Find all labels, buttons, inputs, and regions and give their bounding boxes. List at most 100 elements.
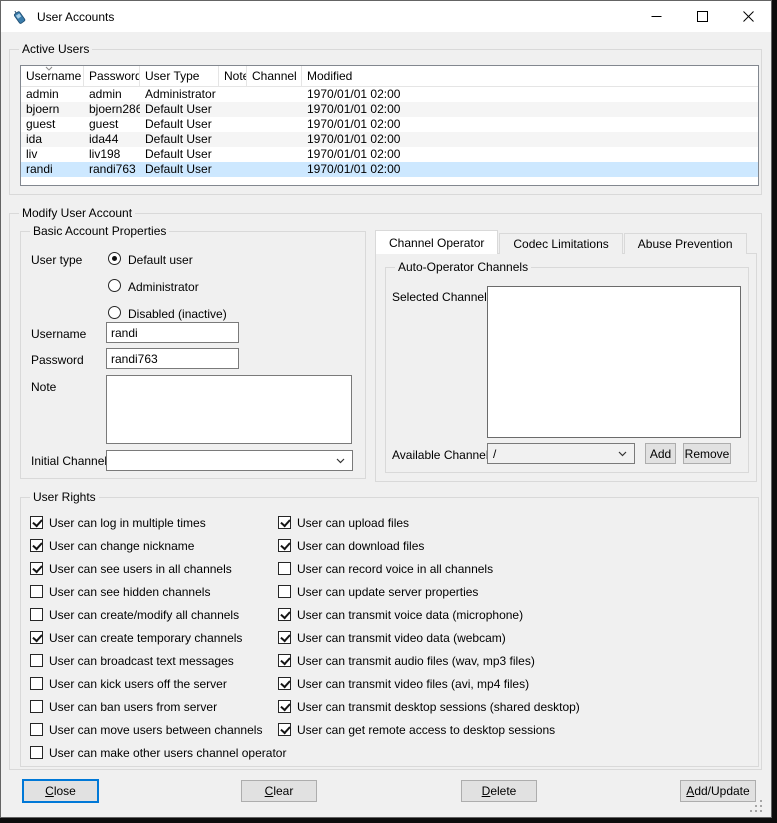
close-icon <box>743 11 754 22</box>
checkbox-label: User can create/modify all channels <box>49 608 239 622</box>
cell-note <box>219 162 247 177</box>
radio-default-user[interactable] <box>108 252 121 265</box>
checkbox[interactable] <box>30 746 43 759</box>
add-update-button[interactable]: Add/Update <box>680 780 756 802</box>
title-bar[interactable]: User Accounts <box>1 1 771 32</box>
cell-username: liv <box>21 147 84 162</box>
checkbox-label: User can transmit desktop sessions (shar… <box>297 700 580 714</box>
cell-channel <box>247 162 302 177</box>
username-label: Username <box>31 327 86 341</box>
initial-channel-combobox[interactable] <box>106 450 353 471</box>
cell-note <box>219 147 247 162</box>
maximize-icon <box>697 11 708 22</box>
checkbox-label: User can ban users from server <box>49 700 217 714</box>
sort-ascending-icon <box>45 66 53 71</box>
column-header-channel[interactable]: Channel <box>247 66 302 86</box>
note-label: Note <box>31 380 56 394</box>
selected-channels-label: Selected Channels <box>392 290 493 304</box>
active-users-table[interactable]: Username Password User Type Note Channel… <box>20 65 759 186</box>
checkbox[interactable] <box>278 539 291 552</box>
checkbox-label: User can transmit audio files (wav, mp3 … <box>297 654 535 668</box>
cell-password: liv198 <box>84 147 140 162</box>
cell-channel <box>247 87 302 102</box>
radio-administrator[interactable] <box>108 279 121 292</box>
user-rights-group-label: User Rights <box>30 490 99 505</box>
checkbox[interactable] <box>30 654 43 667</box>
table-row[interactable]: bjoern bjoern286 Default User 1970/01/01… <box>21 102 758 117</box>
delete-button[interactable]: Delete <box>461 780 537 802</box>
cell-modified: 1970/01/01 02:00 <box>302 102 758 117</box>
table-row[interactable]: admin admin Administrator 1970/01/01 02:… <box>21 87 758 102</box>
cell-note <box>219 132 247 147</box>
column-header-password[interactable]: Password <box>84 66 140 86</box>
checkbox[interactable] <box>278 608 291 621</box>
radio-administrator-label[interactable]: Administrator <box>128 280 199 294</box>
checkbox[interactable] <box>30 677 43 690</box>
cell-username: guest <box>21 117 84 132</box>
selected-channels-listbox[interactable] <box>487 286 741 438</box>
radio-disabled[interactable] <box>108 306 121 319</box>
cell-user-type: Administrator <box>140 87 219 102</box>
table-row-selected[interactable]: randi randi763 Default User 1970/01/01 0… <box>21 162 758 177</box>
close-button[interactable] <box>725 1 771 32</box>
checkbox-label: User can transmit video files (avi, mp4 … <box>297 677 529 691</box>
checkbox[interactable] <box>278 677 291 690</box>
tab-codec-limitations[interactable]: Codec Limitations <box>499 233 622 254</box>
cell-password: admin <box>84 87 140 102</box>
cell-username: bjoern <box>21 102 84 117</box>
checkbox[interactable] <box>30 585 43 598</box>
table-row[interactable]: guest guest Default User 1970/01/01 02:0… <box>21 117 758 132</box>
add-button[interactable]: Add <box>645 443 676 464</box>
checkbox-label: User can update server properties <box>297 585 478 599</box>
radio-default-user-label[interactable]: Default user <box>128 253 193 267</box>
checkbox[interactable] <box>30 723 43 736</box>
checkbox[interactable] <box>278 516 291 529</box>
checkbox[interactable] <box>30 562 43 575</box>
checkbox-label: User can upload files <box>297 516 409 530</box>
column-header-user-type[interactable]: User Type <box>140 66 219 86</box>
checkbox-label: User can log in multiple times <box>49 516 206 530</box>
cell-password: ida44 <box>84 132 140 147</box>
cell-channel <box>247 117 302 132</box>
checkbox[interactable] <box>278 562 291 575</box>
tab-abuse-prevention[interactable]: Abuse Prevention <box>624 233 747 254</box>
table-row[interactable]: liv liv198 Default User 1970/01/01 02:00 <box>21 147 758 162</box>
close-dialog-button[interactable]: Close <box>22 779 99 803</box>
maximize-button[interactable] <box>679 1 725 32</box>
checkbox[interactable] <box>278 723 291 736</box>
password-input[interactable] <box>106 348 239 369</box>
column-header-modified[interactable]: Modified <box>302 66 758 86</box>
cell-channel <box>247 147 302 162</box>
checkbox[interactable] <box>278 631 291 644</box>
checkbox[interactable] <box>278 700 291 713</box>
checkbox[interactable] <box>30 608 43 621</box>
minimize-button[interactable] <box>633 1 679 32</box>
radio-disabled-label[interactable]: Disabled (inactive) <box>128 307 227 321</box>
minimize-icon <box>651 11 662 22</box>
checkbox[interactable] <box>278 585 291 598</box>
resize-grip[interactable] <box>749 799 762 812</box>
cell-password: guest <box>84 117 140 132</box>
checkbox[interactable] <box>30 631 43 644</box>
tab-channel-operator[interactable]: Channel Operator <box>375 230 498 254</box>
checkbox[interactable] <box>30 700 43 713</box>
available-channels-combobox[interactable]: / <box>487 443 635 464</box>
checkbox[interactable] <box>30 539 43 552</box>
cell-password: randi763 <box>84 162 140 177</box>
cell-username: ida <box>21 132 84 147</box>
clear-button[interactable]: Clear <box>241 780 317 802</box>
table-header: Username Password User Type Note Channel… <box>21 66 758 87</box>
checkbox[interactable] <box>30 516 43 529</box>
table-body: admin admin Administrator 1970/01/01 02:… <box>21 87 758 177</box>
cell-modified: 1970/01/01 02:00 <box>302 147 758 162</box>
table-row[interactable]: ida ida44 Default User 1970/01/01 02:00 <box>21 132 758 147</box>
checkbox-label: User can transmit video data (webcam) <box>297 631 506 645</box>
user-type-label: User type <box>31 253 82 267</box>
checkbox-label: User can get remote access to desktop se… <box>297 723 555 737</box>
note-textarea[interactable] <box>106 375 352 444</box>
column-header-note[interactable]: Note <box>219 66 247 86</box>
username-input[interactable] <box>106 322 239 343</box>
remove-button[interactable]: Remove <box>683 443 731 464</box>
cell-modified: 1970/01/01 02:00 <box>302 162 758 177</box>
checkbox[interactable] <box>278 654 291 667</box>
